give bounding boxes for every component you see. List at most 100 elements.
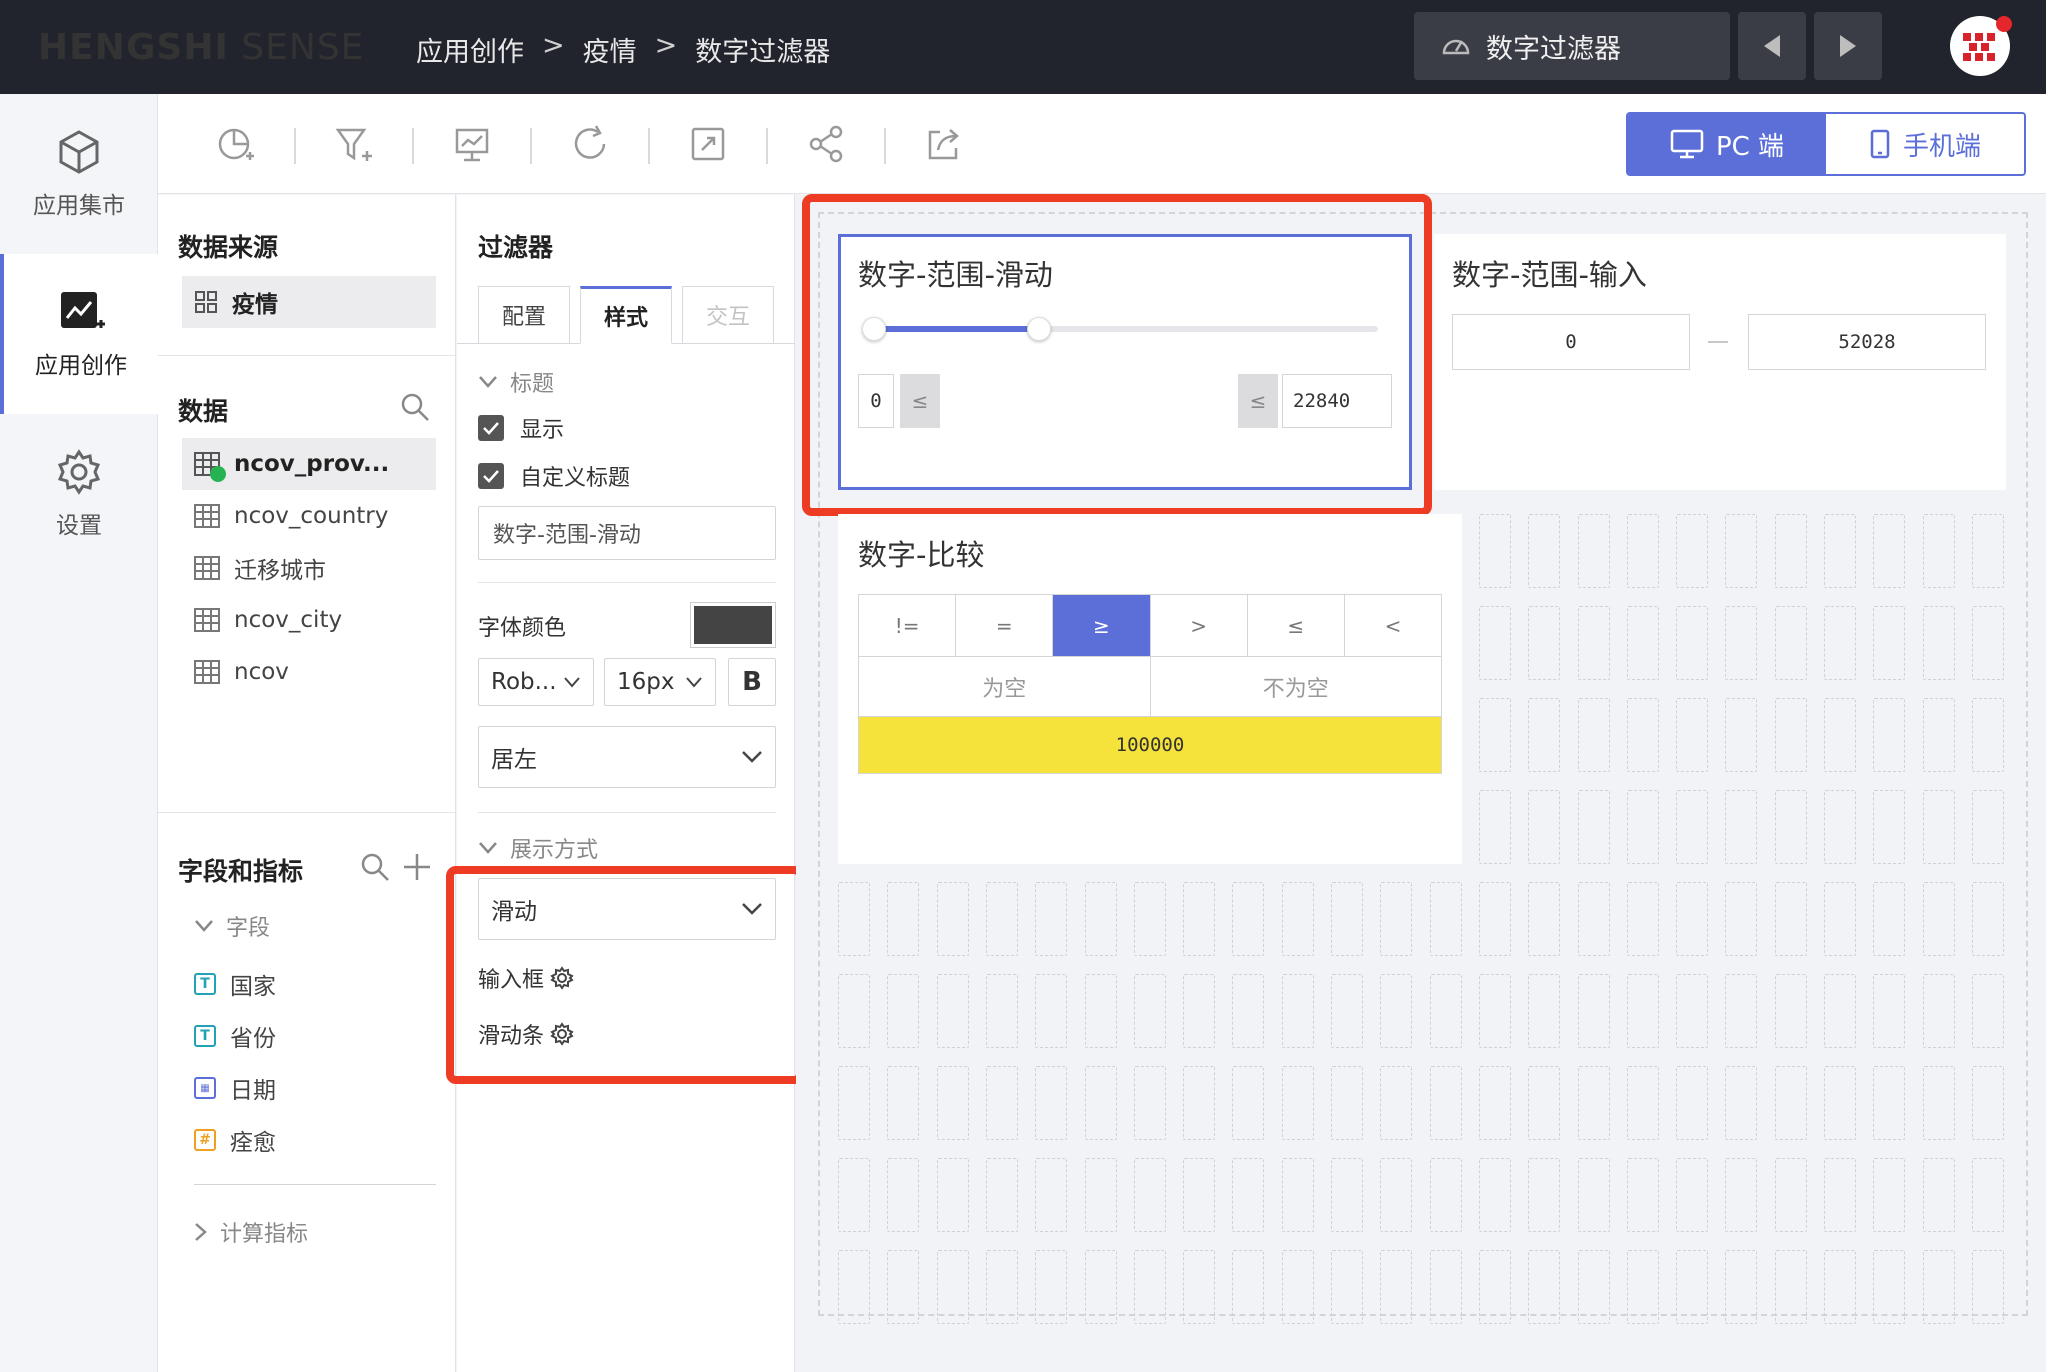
operator-le[interactable]: ≤ [1248, 595, 1345, 656]
grid-cell [1430, 882, 1462, 956]
grid-cell [1627, 698, 1659, 772]
breadcrumb-sep: > [654, 30, 678, 61]
field-item[interactable]: ▦ 日期 [194, 1064, 276, 1112]
device-mobile-button[interactable]: 手机端 [1826, 114, 2024, 174]
checkbox-checked-icon [478, 415, 504, 441]
grid-cell [1578, 606, 1610, 680]
grid-cell [1528, 1158, 1560, 1232]
grid-cell [1331, 1066, 1363, 1140]
fields-section-toggle[interactable]: 字段 [194, 908, 270, 944]
toolbar-divider [648, 128, 650, 164]
range-min-input[interactable]: 0 [1452, 314, 1690, 370]
grid-cell [1282, 1250, 1314, 1324]
next-dashboard-button[interactable] [1814, 12, 1882, 80]
avatar[interactable] [1950, 16, 2012, 76]
operator-eq[interactable]: = [956, 595, 1054, 656]
align-value: 居左 [491, 747, 537, 773]
field-item[interactable]: # 痊愈 [194, 1116, 276, 1164]
compare-value-input[interactable]: 100000 [859, 717, 1441, 773]
add-filter-button[interactable] [330, 120, 378, 168]
breadcrumb-item[interactable]: 疫情 [583, 30, 637, 69]
grid-cell [937, 1250, 969, 1324]
grid-cell [1676, 1066, 1708, 1140]
align-select[interactable]: 居左 [478, 726, 776, 788]
grid-cell [1085, 1066, 1117, 1140]
chart-create-icon [61, 292, 105, 328]
fields-section-label: 字段 [226, 916, 271, 941]
grid-cell [1627, 1158, 1659, 1232]
grid-cell [1923, 698, 1955, 772]
dashboard-select[interactable]: 数字过滤器 [1414, 12, 1730, 80]
refresh-button[interactable] [566, 120, 614, 168]
grid-cell [937, 882, 969, 956]
table-item[interactable]: ncov [194, 646, 289, 698]
fullscreen-button[interactable] [684, 120, 732, 168]
fields-search-button[interactable] [360, 852, 390, 886]
grid-cell [1528, 790, 1560, 864]
table-item[interactable]: ncov_prov... [182, 438, 436, 490]
export-button[interactable] [920, 120, 968, 168]
display-section-toggle[interactable]: 展示方式 [478, 830, 598, 866]
nav-app-create[interactable]: 应用创作 [0, 254, 158, 414]
field-item[interactable]: T 国家 [194, 960, 276, 1008]
tab-config[interactable]: 配置 [478, 286, 570, 344]
grid-cell [1232, 1066, 1264, 1140]
operator-ge[interactable]: ≥ [1053, 595, 1151, 656]
operator-ne[interactable]: != [859, 595, 957, 656]
data-search-button[interactable] [400, 392, 430, 426]
triangle-right-icon [1840, 35, 1856, 57]
grid-cell [1232, 974, 1264, 1048]
table-item[interactable]: ncov_city [194, 594, 342, 646]
toolbar-divider [294, 128, 296, 164]
table-item[interactable]: 迁移城市 [194, 542, 326, 594]
grid-cell [1183, 882, 1215, 956]
data-source-item[interactable]: 疫情 [182, 276, 436, 328]
share-button[interactable] [802, 120, 850, 168]
nav-settings[interactable]: 设置 [0, 414, 158, 574]
custom-title-checkbox[interactable]: 自定义标题 [478, 458, 630, 494]
not-empty-button[interactable]: 不为空 [1151, 657, 1442, 716]
custom-title-input[interactable]: 数字-范围-滑动 [478, 506, 776, 560]
app-logo[interactable]: HENGSHI SENSE [38, 27, 364, 68]
triangle-left-icon [1764, 35, 1780, 57]
grid-cell [1085, 882, 1117, 956]
grid-cell [1380, 1066, 1412, 1140]
bold-toggle-button[interactable]: B [728, 658, 776, 706]
add-chart-button[interactable] [212, 120, 260, 168]
grid-cell [986, 974, 1018, 1048]
nav-app-market[interactable]: 应用集市 [0, 94, 158, 254]
table-icon [194, 504, 220, 528]
grid-cell [1775, 698, 1807, 772]
table-item[interactable]: ncov_country [194, 490, 388, 542]
checkbox-checked-icon [478, 463, 504, 489]
device-pc-button[interactable]: PC 端 [1628, 114, 1826, 174]
tab-style[interactable]: 样式 [580, 286, 672, 344]
grid-cell [986, 1066, 1018, 1140]
grid-cell [1775, 882, 1807, 956]
toolbar-divider [412, 128, 414, 164]
divider [478, 582, 776, 583]
add-field-button[interactable] [402, 852, 432, 886]
operator-lt[interactable]: < [1345, 595, 1441, 656]
field-label: 日期 [230, 1078, 276, 1104]
font-size-select[interactable]: 16px [604, 658, 716, 706]
prev-dashboard-button[interactable] [1738, 12, 1806, 80]
font-family-select[interactable]: Rob... [478, 658, 594, 706]
operator-gt[interactable]: > [1151, 595, 1248, 656]
grid-cell [1923, 514, 1955, 588]
breadcrumb-item[interactable]: 应用创作 [416, 30, 524, 69]
is-empty-button[interactable]: 为空 [859, 657, 1151, 716]
tab-interaction[interactable]: 交互 [682, 286, 774, 344]
grid-cell [1923, 606, 1955, 680]
calc-section-toggle[interactable]: 计算指标 [194, 1214, 308, 1250]
title-section-toggle[interactable]: 标题 [478, 364, 554, 400]
grid-cell [1578, 1250, 1610, 1324]
range-max-input[interactable]: 52028 [1748, 314, 1986, 370]
field-item[interactable]: T 省份 [194, 1012, 276, 1060]
grid-cell [838, 1066, 870, 1140]
grid-cell [1085, 1158, 1117, 1232]
show-title-checkbox[interactable]: 显示 [478, 410, 564, 446]
divider [158, 355, 456, 356]
font-color-picker[interactable] [690, 602, 776, 648]
add-presentation-button[interactable] [448, 120, 496, 168]
